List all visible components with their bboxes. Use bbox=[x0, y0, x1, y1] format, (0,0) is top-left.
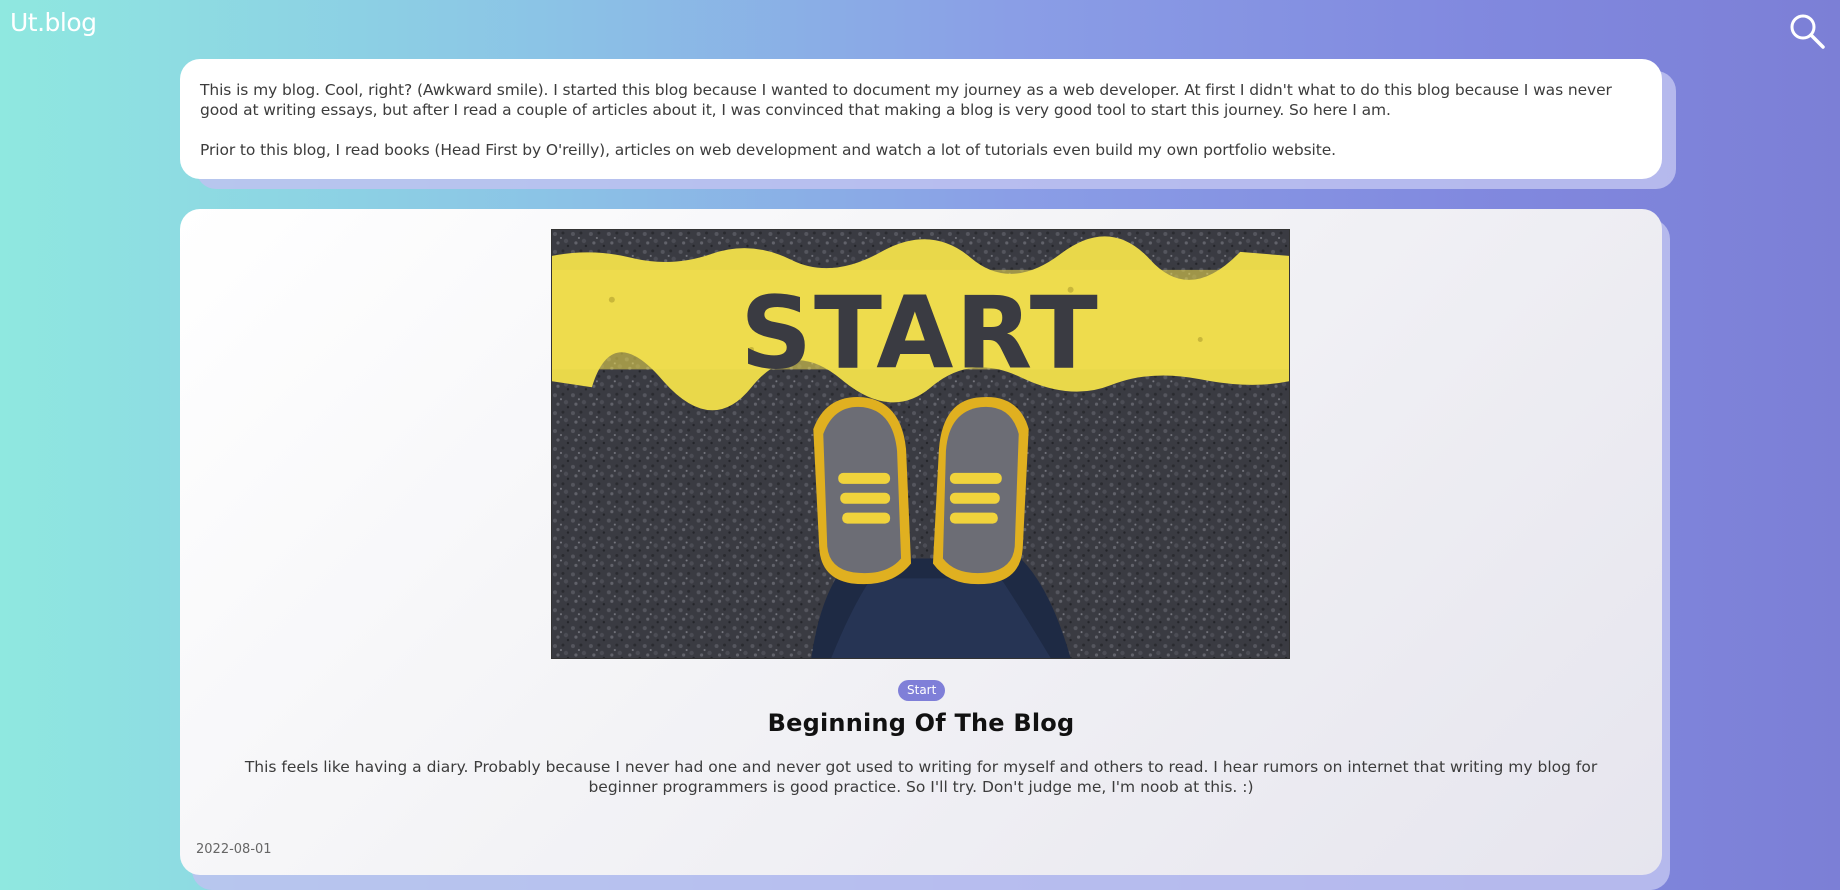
post-tag-start[interactable]: Start bbox=[898, 680, 946, 701]
post-cover-image[interactable]: START bbox=[551, 229, 1290, 659]
post-card-container: START Start Beginning Of The Blog This f… bbox=[180, 209, 1670, 890]
post-image-start-text: START bbox=[740, 276, 1100, 391]
intro-card-container: This is my blog. Cool, right? (Awkward s… bbox=[180, 59, 1676, 189]
intro-paragraph: This is my blog. Cool, right? (Awkward s… bbox=[200, 81, 1612, 119]
post-card[interactable]: START Start Beginning Of The Blog This f… bbox=[180, 209, 1662, 875]
site-logo[interactable]: Ut.blog bbox=[10, 8, 97, 37]
search-button[interactable] bbox=[1788, 12, 1826, 50]
post-title[interactable]: Beginning Of The Blog bbox=[180, 709, 1662, 737]
search-icon bbox=[1790, 14, 1825, 49]
post-date: 2022-08-01 bbox=[196, 842, 272, 857]
intro-card: This is my blog. Cool, right? (Awkward s… bbox=[180, 59, 1662, 179]
intro-paragraph: Prior to this blog, I read books (Head F… bbox=[200, 141, 1336, 159]
post-excerpt: This feels like having a diary. Probably… bbox=[244, 758, 1598, 796]
site-header: Ut.blog bbox=[0, 0, 1840, 50]
